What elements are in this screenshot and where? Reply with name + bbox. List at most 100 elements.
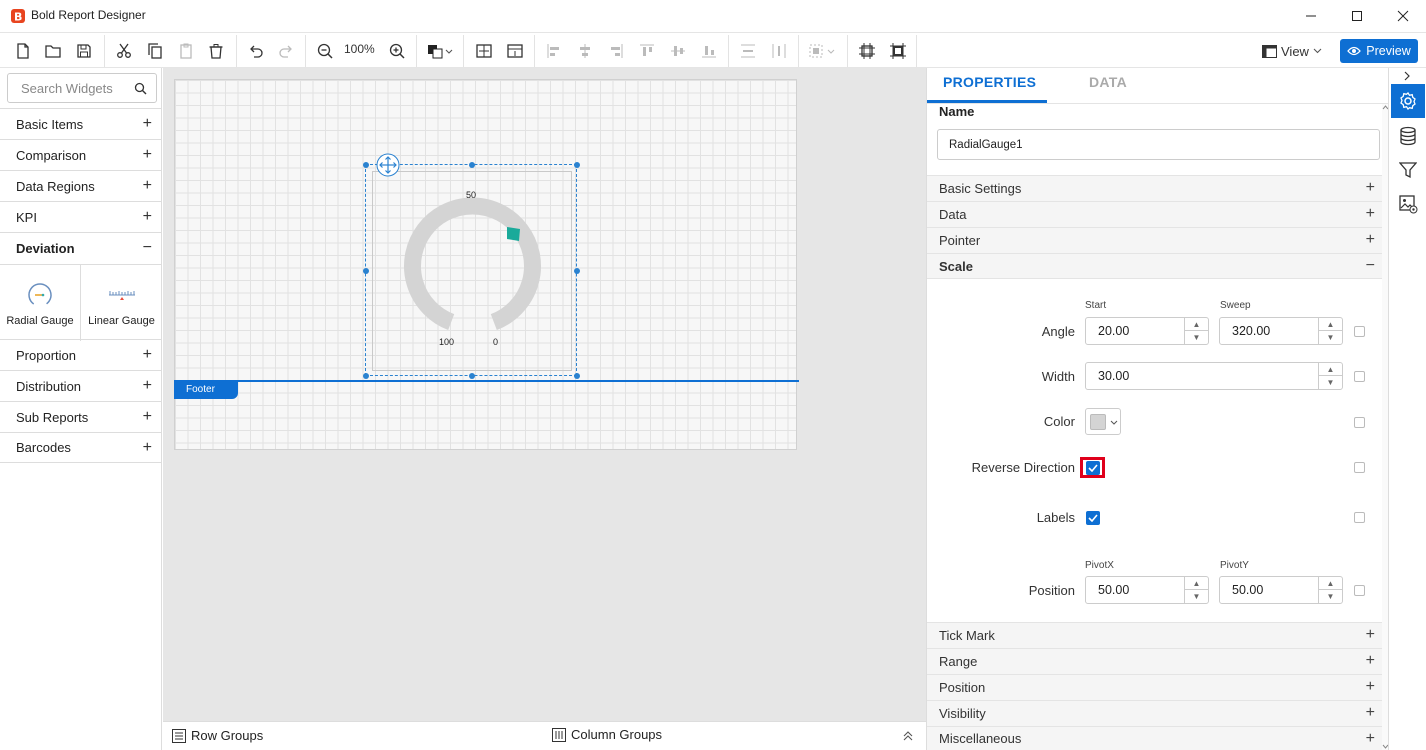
zoom-out-icon[interactable] — [313, 39, 337, 63]
open-folder-icon[interactable] — [41, 39, 65, 63]
angle-override-checkbox[interactable] — [1354, 326, 1365, 337]
color-override-checkbox[interactable] — [1354, 417, 1365, 428]
name-field[interactable]: RadialGauge1 — [937, 129, 1380, 160]
footer-tab[interactable]: Footer — [174, 380, 238, 399]
paste-icon[interactable] — [174, 39, 198, 63]
resize-handle[interactable] — [574, 162, 580, 168]
fit-width-icon[interactable] — [855, 39, 879, 63]
align-top-icon[interactable] — [635, 39, 659, 63]
spin-down-icon[interactable]: ▼ — [1319, 376, 1342, 389]
fit-page-icon[interactable] — [886, 39, 910, 63]
align-center-icon[interactable] — [573, 39, 597, 63]
section-basic-settings[interactable]: Basic Settings + — [927, 175, 1383, 201]
delete-icon[interactable] — [204, 39, 228, 63]
cut-icon[interactable] — [112, 39, 136, 63]
section-scale[interactable]: Scale − — [927, 253, 1383, 279]
pivotx-input[interactable]: 50.00 ▲ ▼ — [1085, 576, 1209, 604]
footer-icon[interactable] — [503, 39, 527, 63]
footer-divider[interactable] — [174, 380, 799, 382]
resize-handle[interactable] — [363, 268, 369, 274]
row-groups-button[interactable]: Row Groups — [172, 728, 263, 743]
zoom-in-icon[interactable] — [385, 39, 409, 63]
copy-icon[interactable] — [143, 39, 167, 63]
header-icon[interactable] — [472, 39, 496, 63]
category-kpi[interactable]: KPI + — [0, 201, 162, 232]
image-settings-icon[interactable] — [1391, 187, 1425, 221]
resize-handle[interactable] — [363, 162, 369, 168]
radial-gauge-item[interactable]: 50 100 0 — [363, 153, 580, 379]
labels-checkbox[interactable] — [1086, 511, 1100, 525]
align-left-icon[interactable] — [542, 39, 566, 63]
category-comparison[interactable]: Comparison + — [0, 139, 162, 170]
spin-down-icon[interactable]: ▼ — [1185, 590, 1208, 603]
align-bottom-icon[interactable] — [697, 39, 721, 63]
color-picker-icon[interactable] — [424, 39, 456, 63]
settings-icon[interactable] — [1391, 84, 1425, 118]
spin-down-icon[interactable]: ▼ — [1319, 590, 1342, 603]
category-deviation[interactable]: Deviation − — [0, 232, 162, 263]
section-miscellaneous[interactable]: Miscellaneous + — [927, 726, 1383, 750]
save-icon[interactable] — [72, 39, 96, 63]
database-icon[interactable] — [1391, 119, 1425, 153]
align-right-icon[interactable] — [604, 39, 628, 63]
category-proportion[interactable]: Proportion + — [0, 339, 162, 370]
section-position[interactable]: Position + — [927, 674, 1383, 700]
color-picker[interactable] — [1085, 408, 1121, 435]
double-chevron-up-icon[interactable] — [903, 730, 913, 742]
resize-handle[interactable] — [363, 373, 369, 379]
redo-icon[interactable] — [274, 39, 298, 63]
resize-handle[interactable] — [469, 162, 475, 168]
close-button[interactable] — [1380, 0, 1426, 32]
section-pointer[interactable]: Pointer + — [927, 227, 1383, 253]
resize-handle[interactable] — [469, 373, 475, 379]
width-override-checkbox[interactable] — [1354, 371, 1365, 382]
category-barcodes[interactable]: Barcodes + — [0, 432, 162, 463]
maximize-button[interactable] — [1334, 0, 1380, 32]
width-input[interactable]: 30.00 ▲ ▼ — [1085, 362, 1343, 390]
position-override-checkbox[interactable] — [1354, 585, 1365, 596]
start-angle-input[interactable]: 20.00 ▲ ▼ — [1085, 317, 1209, 345]
section-visibility[interactable]: Visibility + — [927, 700, 1383, 726]
report-canvas[interactable]: 50 100 0 Footer — [174, 79, 799, 450]
tab-data[interactable]: DATA — [1089, 74, 1127, 102]
minimize-button[interactable] — [1288, 0, 1334, 32]
distribute-horizontal-icon[interactable] — [767, 39, 791, 63]
spin-up-icon[interactable]: ▲ — [1185, 318, 1208, 331]
new-file-icon[interactable] — [11, 39, 35, 63]
distribute-vertical-icon[interactable] — [736, 39, 760, 63]
view-button[interactable]: View — [1262, 40, 1322, 62]
preview-button[interactable]: Preview — [1340, 39, 1418, 63]
labels-override-checkbox[interactable] — [1354, 512, 1365, 523]
spin-down-icon[interactable]: ▼ — [1185, 331, 1208, 344]
resize-handle[interactable] — [574, 373, 580, 379]
widget-radial-gauge[interactable]: Radial Gauge — [0, 265, 81, 341]
sweep-angle-input[interactable]: 320.00 ▲ ▼ — [1219, 317, 1343, 345]
section-range[interactable]: Range + — [927, 648, 1383, 674]
widget-linear-gauge[interactable]: Linear Gauge — [81, 265, 162, 341]
category-data-regions[interactable]: Data Regions + — [0, 170, 162, 201]
align-middle-icon[interactable] — [666, 39, 690, 63]
spin-up-icon[interactable]: ▲ — [1319, 318, 1342, 331]
column-groups-button[interactable]: Column Groups — [552, 727, 662, 742]
category-distribution[interactable]: Distribution + — [0, 370, 162, 401]
pivoty-input[interactable]: 50.00 ▲ ▼ — [1219, 576, 1343, 604]
spin-up-icon[interactable]: ▲ — [1319, 363, 1342, 376]
group-select-icon[interactable] — [806, 39, 840, 63]
section-tick-mark[interactable]: Tick Mark + — [927, 622, 1383, 648]
zoom-level[interactable]: 100% — [344, 42, 375, 56]
filter-icon[interactable] — [1391, 153, 1425, 187]
resize-handle[interactable] — [574, 268, 580, 274]
section-data[interactable]: Data + — [927, 201, 1383, 227]
search-input[interactable]: Search Widgets — [7, 73, 157, 103]
reverse-override-checkbox[interactable] — [1354, 462, 1365, 473]
reverse-direction-checkbox[interactable] — [1086, 461, 1100, 475]
tab-properties[interactable]: PROPERTIES — [943, 74, 1036, 102]
move-handle-icon[interactable] — [376, 153, 400, 177]
undo-icon[interactable] — [244, 39, 268, 63]
spin-up-icon[interactable]: ▲ — [1319, 577, 1342, 590]
spin-down-icon[interactable]: ▼ — [1319, 331, 1342, 344]
category-sub-reports[interactable]: Sub Reports + — [0, 401, 162, 432]
category-basic-items[interactable]: Basic Items + — [0, 108, 162, 139]
spin-up-icon[interactable]: ▲ — [1185, 577, 1208, 590]
collapse-panel-icon[interactable] — [1403, 71, 1411, 81]
